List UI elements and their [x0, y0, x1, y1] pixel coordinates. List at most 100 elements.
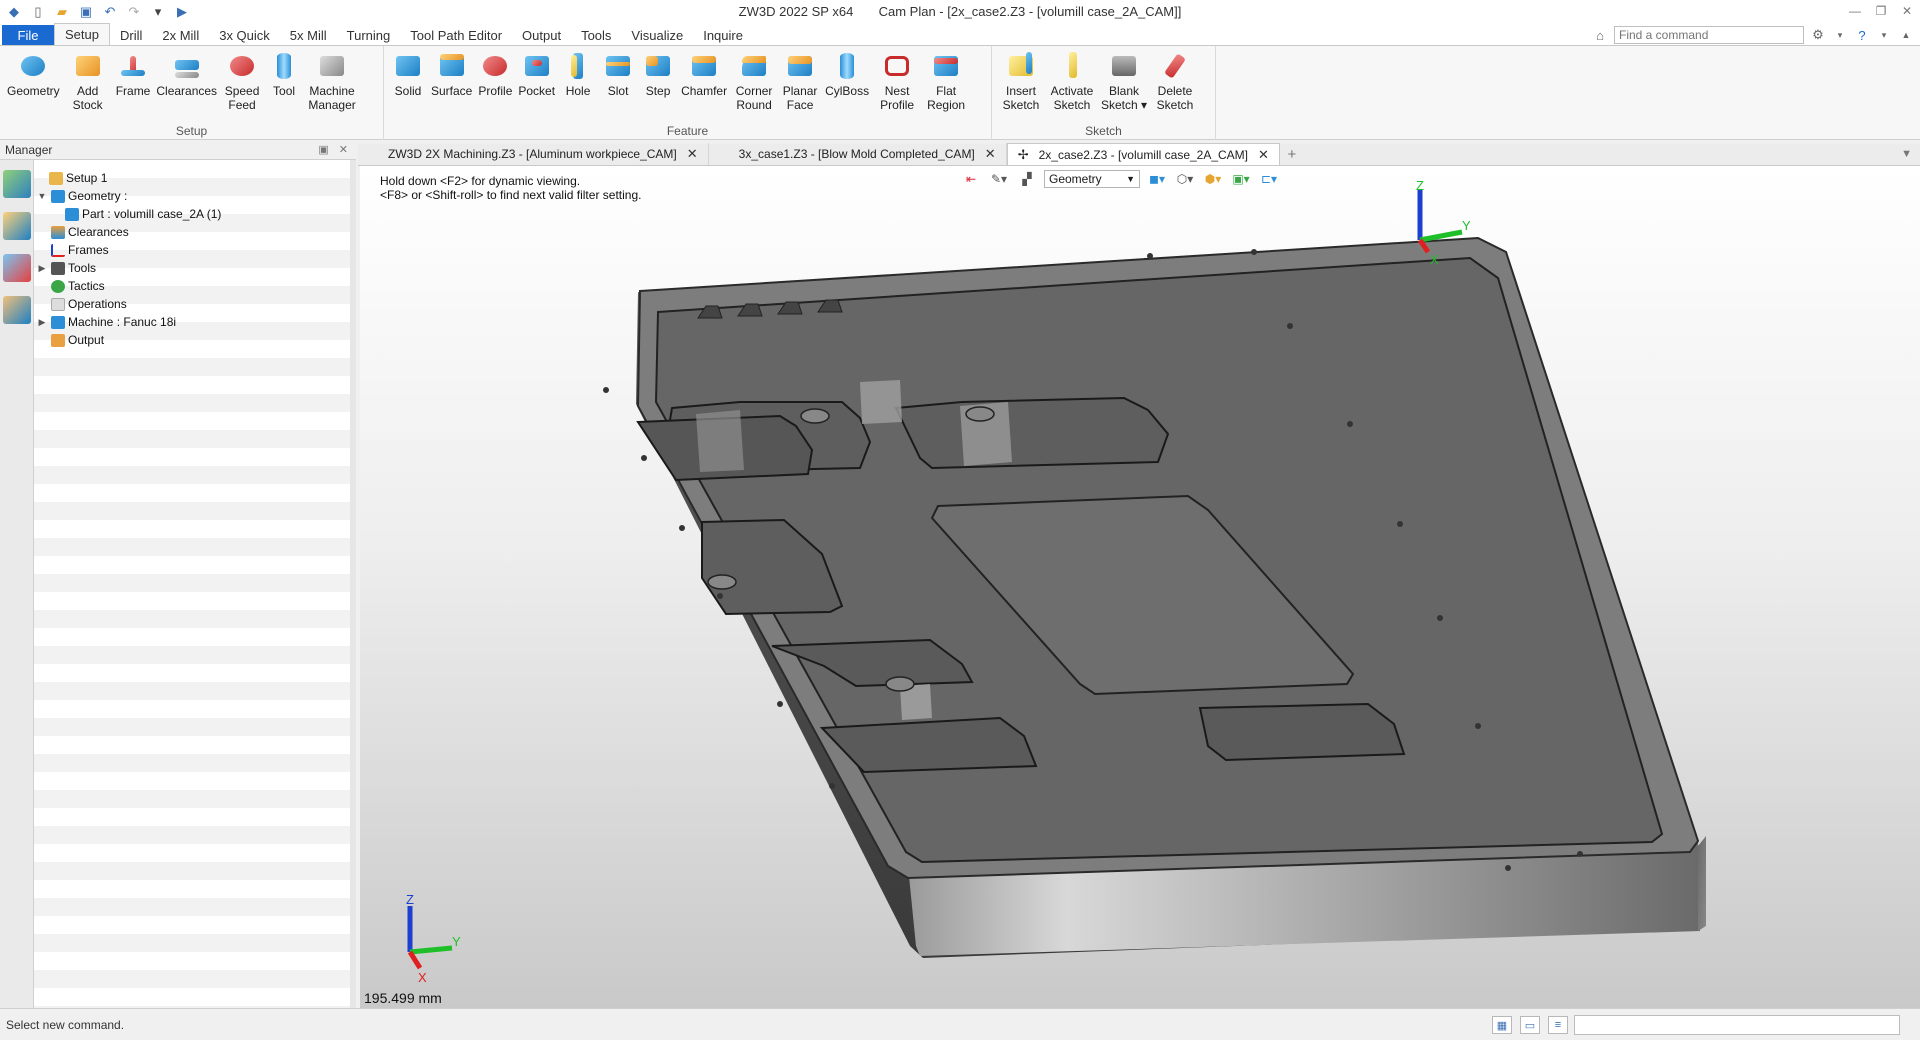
app-logo-icon[interactable]: ◆ [4, 2, 24, 22]
ribbon-group-sketch: Insert Sketch Activate Sketch Blank Sket… [992, 46, 1216, 140]
planar-face-icon [783, 50, 817, 82]
list-toggle-icon[interactable]: ≡ [1548, 1016, 1568, 1034]
tool-icon [267, 50, 301, 82]
close-tab-icon[interactable]: ✕ [1258, 147, 1269, 163]
manager-scrollbar[interactable] [350, 160, 356, 1008]
settings-dropdown-icon[interactable]: ▾ [1832, 27, 1848, 43]
tab-list-dropdown-icon[interactable]: ▼ [1901, 148, 1912, 160]
pin-tab-icon[interactable]: ✢ [1018, 147, 1029, 163]
tab-tools[interactable]: Tools [571, 25, 621, 45]
restore-icon[interactable]: ❐ [1868, 0, 1894, 22]
ribbon-group-feature-label: Feature [666, 124, 709, 138]
graphics-viewport[interactable]: Hold down <F2> for dynamic viewing. <F8>… [360, 166, 1920, 1008]
tab-turning[interactable]: Turning [337, 25, 401, 45]
tab-setup[interactable]: Setup [54, 23, 110, 45]
tab-inquire[interactable]: Inquire [693, 25, 753, 45]
triad-x-label: X [1430, 252, 1439, 267]
activate-sketch-icon [1055, 50, 1089, 82]
window-controls: — ❐ ✕ [1842, 0, 1920, 22]
manager-tree: Setup 1 ▼ Geometry : Part : volumill cas… [34, 160, 356, 1008]
home-icon[interactable]: ⌂ [1592, 27, 1608, 43]
ribbon-group-feature: Solid Surface Profile Pocket Hole Slot S… [384, 46, 992, 140]
open-folder-icon[interactable]: ▰ [52, 2, 72, 22]
screen-toggle-icon[interactable]: ▭ [1520, 1016, 1540, 1034]
world-axis-triad-icon: Z Y X [406, 892, 461, 985]
world-x-label: X [418, 970, 427, 985]
flat-region-icon [929, 50, 963, 82]
ribbon-group-setup-label: Setup [175, 124, 208, 138]
help-icon[interactable]: ? [1854, 27, 1870, 43]
part-3d-model[interactable] [360, 166, 1920, 1008]
speed-feed-icon [225, 50, 259, 82]
pocket-icon [520, 50, 554, 82]
save-icon[interactable]: ▣ [76, 2, 96, 22]
tree-item-part[interactable]: Part : volumill case_2A (1) [62, 205, 221, 223]
find-command-input[interactable] [1614, 26, 1804, 44]
tab-visualize[interactable]: Visualize [621, 25, 693, 45]
tree-item-setup[interactable]: Setup 1 [34, 169, 107, 187]
expand-icon[interactable]: ▶ [36, 317, 48, 328]
status-input-field[interactable] [1574, 1015, 1900, 1035]
help-dropdown-icon[interactable]: ▾ [1876, 27, 1892, 43]
cam-plan-manager-icon[interactable] [3, 170, 31, 198]
triad-y-label: Y [1462, 218, 1470, 233]
tree-item-frames[interactable]: Frames [48, 241, 109, 259]
run-icon[interactable]: ▶ [172, 2, 192, 22]
tab-drill[interactable]: Drill [110, 25, 152, 45]
tab-3x-quick[interactable]: 3x Quick [209, 25, 280, 45]
tab-tool-path-editor[interactable]: Tool Path Editor [400, 25, 512, 45]
ribbon-minimize-icon[interactable]: ▲ [1898, 27, 1914, 43]
redo-icon[interactable]: ↷ [124, 2, 144, 22]
tab-5x-mill[interactable]: 5x Mill [280, 25, 337, 45]
tree-item-machine[interactable]: ▶ Machine : Fanuc 18i [36, 313, 177, 331]
output-node-icon [51, 333, 65, 347]
step-icon [641, 50, 675, 82]
customize-dropdown-icon[interactable]: ▾ [148, 2, 168, 22]
close-tab-icon[interactable]: ✕ [985, 146, 996, 162]
library-manager-icon[interactable] [3, 254, 31, 282]
tab-output[interactable]: Output [512, 25, 571, 45]
collapse-icon[interactable]: ▼ [36, 191, 48, 201]
close-tab-icon[interactable]: ✕ [687, 146, 698, 162]
tree-view-toggle-icon[interactable]: ▦ [1492, 1016, 1512, 1034]
nest-profile-icon [880, 50, 914, 82]
manager-pin-icon[interactable]: ▣ [318, 143, 328, 156]
app-title: ZW3D 2022 SP x64 [738, 4, 854, 19]
file-menu[interactable]: File [2, 25, 54, 45]
solid-icon [391, 50, 425, 82]
ribbon: Geometry Add Stock Frame Clearances Spee… [0, 46, 1920, 140]
close-icon[interactable]: ✕ [1894, 0, 1920, 22]
folder-icon [49, 171, 63, 185]
tab-2x-mill[interactable]: 2x Mill [152, 25, 209, 45]
corner-round-icon [737, 50, 771, 82]
tree-item-output[interactable]: Output [48, 331, 104, 349]
status-message: Select new command. [6, 1018, 125, 1032]
status-toggles: ▦ ▭ ≡ [1492, 1016, 1568, 1034]
view-triad-icon[interactable]: Z Y X [1390, 180, 1470, 270]
tree-item-geometry[interactable]: ▼ Geometry : [36, 187, 128, 205]
frames-node-icon [51, 243, 65, 257]
manager-header: Manager ▣ ✕ [0, 140, 356, 160]
manager-close-icon[interactable]: ✕ [339, 143, 348, 156]
doc-tab-3x-case1[interactable]: 3x_case1.Z3 - [Blow Mold Completed_CAM] … [709, 143, 1007, 165]
manager-side-toolbar [0, 160, 34, 1008]
tools-node-icon [51, 261, 65, 275]
tree-item-tactics[interactable]: Tactics [48, 277, 105, 295]
settings-gear-icon[interactable]: ⚙ [1810, 27, 1826, 43]
history-manager-icon[interactable] [3, 212, 31, 240]
doc-tab-2x-case2[interactable]: ✢ 2x_case2.Z3 - [volumill case_2A_CAM] ✕ [1006, 143, 1280, 165]
undo-icon[interactable]: ↶ [100, 2, 120, 22]
tree-item-operations[interactable]: Operations [48, 295, 127, 313]
tree-item-tools[interactable]: ▶ Tools [36, 259, 96, 277]
new-tab-icon[interactable]: + [1280, 143, 1304, 165]
expand-icon[interactable]: ▶ [36, 263, 48, 274]
machine-node-icon [51, 315, 65, 329]
doc-tab-2x-machining[interactable]: ZW3D 2X Machining.Z3 - [Aluminum workpie… [358, 143, 709, 165]
new-file-icon[interactable]: ▯ [28, 2, 48, 22]
scale-readout: 195.499 mm [364, 990, 442, 1006]
minimize-icon[interactable]: — [1842, 0, 1868, 22]
surface-icon [435, 50, 469, 82]
insert-sketch-icon [1004, 50, 1038, 82]
tree-item-clearances[interactable]: Clearances [48, 223, 129, 241]
user-manager-icon[interactable] [3, 296, 31, 324]
